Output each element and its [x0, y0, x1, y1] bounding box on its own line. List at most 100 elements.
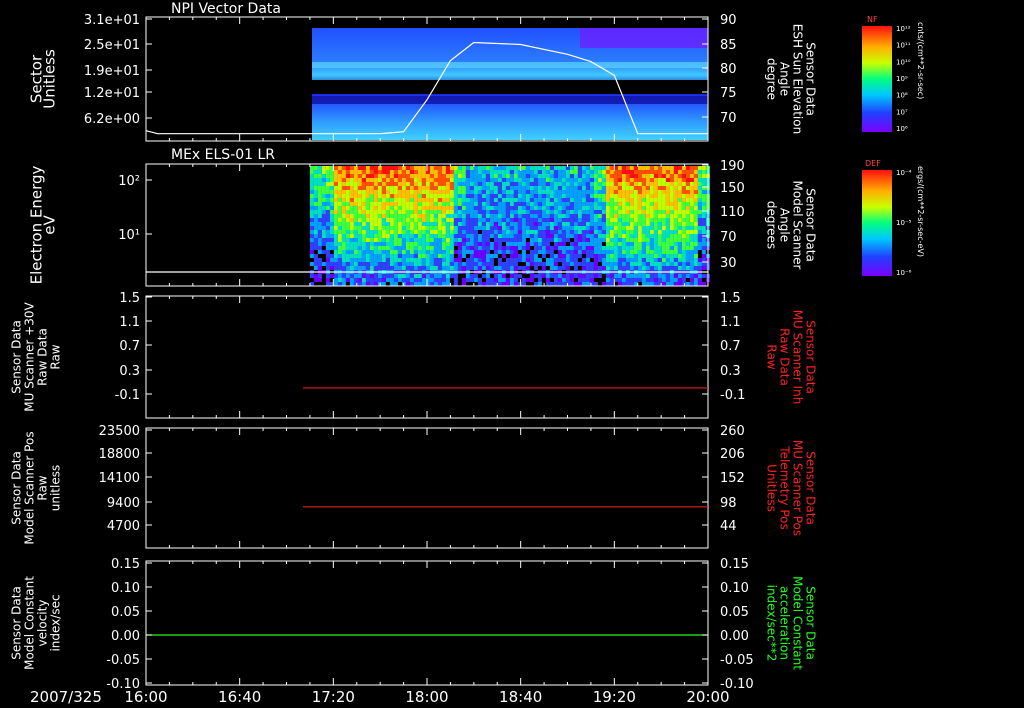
spectrogram-cell — [597, 254, 602, 258]
spectrogram-cell — [561, 178, 566, 182]
spectrogram-cell — [449, 210, 454, 214]
spectrogram-cell — [413, 234, 418, 238]
spectrogram-cell — [697, 178, 702, 182]
spectrogram-cell — [645, 242, 650, 246]
spectrogram-cell — [549, 282, 554, 286]
spectrogram-cell — [357, 242, 362, 246]
spectrogram-cell — [337, 198, 342, 202]
spectrogram-cell — [493, 250, 498, 254]
spectrogram-cell — [601, 174, 606, 178]
spectrogram-cell — [581, 182, 586, 186]
spectrogram-cell — [377, 266, 382, 270]
spectrogram-cell — [417, 278, 422, 282]
spectrogram-cell — [625, 182, 630, 186]
spectrogram-cell — [637, 186, 642, 190]
right-axis-label: degrees — [765, 201, 779, 249]
spectrogram-cell — [401, 186, 406, 190]
spectrogram-cell — [609, 278, 614, 282]
spectrogram-cell — [513, 190, 518, 194]
spectrogram-cell — [641, 230, 646, 234]
spectrogram-cell — [585, 198, 590, 202]
spectrogram-cell — [417, 174, 422, 178]
spectrogram-cell — [361, 250, 366, 254]
spectrogram-cell — [629, 198, 634, 202]
spectrogram-cell — [557, 198, 562, 202]
spectrogram-cell — [637, 222, 642, 226]
spectrogram-cell — [493, 266, 498, 270]
spectrogram-cell — [657, 178, 662, 182]
spectrogram-cell — [493, 218, 498, 222]
spectrogram-cell — [493, 174, 498, 178]
spectrogram-cell — [353, 218, 358, 222]
spectrogram-cell — [549, 202, 554, 206]
spectrogram-cell — [669, 234, 674, 238]
spectrogram-cell — [357, 174, 362, 178]
spectrogram-cell — [493, 214, 498, 218]
spectrogram-cell — [485, 170, 490, 174]
spectrogram-cell — [605, 178, 610, 182]
spectrogram-cell — [377, 226, 382, 230]
spectrogram-cell — [513, 186, 518, 190]
spectrogram-cell — [585, 210, 590, 214]
spectrogram-cell — [389, 242, 394, 246]
spectrogram-cell — [693, 214, 698, 218]
spectrogram-cell — [693, 194, 698, 198]
spectrogram-cell — [593, 206, 598, 210]
spectrogram-cell — [449, 182, 454, 186]
spectrogram-cell — [461, 222, 466, 226]
spectrogram-cell — [505, 246, 510, 250]
spectrogram-cell — [653, 194, 658, 198]
spectrogram-cell — [417, 170, 422, 174]
spectrogram-cell — [425, 198, 430, 202]
spectrogram-cell — [501, 190, 506, 194]
spectrogram-cell — [645, 202, 650, 206]
spectrogram-cell — [677, 206, 682, 210]
spectrogram-cell — [461, 174, 466, 178]
spectrogram-cell — [377, 214, 382, 218]
spectrogram-cell — [689, 278, 694, 282]
spectrogram-cell — [665, 266, 670, 270]
spectrogram-cell — [409, 282, 414, 286]
spectrogram-cell — [585, 234, 590, 238]
spectrogram-cell — [541, 242, 546, 246]
spectrogram-cell — [477, 262, 482, 266]
spectrogram-cell — [465, 214, 470, 218]
spectrogram-cell — [433, 194, 438, 198]
spectrogram-cell — [373, 174, 378, 178]
spectrogram-cell — [689, 258, 694, 262]
spectrogram-cell — [557, 258, 562, 262]
spectrogram-cell — [545, 166, 550, 170]
spectrogram-cell — [425, 194, 430, 198]
spectrogram-cell — [601, 206, 606, 210]
spectrogram-cell — [653, 238, 658, 242]
spectrogram-cell — [345, 246, 350, 250]
spectrogram-cell — [565, 222, 570, 226]
right-axis-label: index/sec**2 — [765, 585, 779, 662]
spectrogram-cell — [553, 234, 558, 238]
spectrogram-cell — [417, 282, 422, 286]
right-axis-label: Unitless — [765, 464, 779, 512]
spectrogram-cell — [361, 274, 366, 278]
spectrogram-cell — [593, 214, 598, 218]
spectrogram-cell — [573, 218, 578, 222]
spectrogram-cell — [361, 230, 366, 234]
spectrogram-cell — [453, 234, 458, 238]
spectrogram-cell — [317, 186, 322, 190]
spectrogram-cell — [321, 182, 326, 186]
spectrogram-cell — [605, 266, 610, 270]
spectrogram-cell — [677, 214, 682, 218]
spectrogram-cell — [569, 278, 574, 282]
spectrogram-cell — [645, 174, 650, 178]
spectrogram-cell — [449, 262, 454, 266]
spectrogram-cell — [493, 202, 498, 206]
spectrogram-cell — [321, 230, 326, 234]
spectrogram-cell — [581, 230, 586, 234]
spectrogram-cell — [325, 250, 330, 254]
spectrogram-cell — [609, 178, 614, 182]
spectrogram-cell — [569, 174, 574, 178]
spectrogram-cell — [433, 182, 438, 186]
spectrogram-cell — [541, 194, 546, 198]
spectrogram-cell — [693, 174, 698, 178]
spectrogram-cell — [397, 190, 402, 194]
spectrogram-cell — [333, 266, 338, 270]
